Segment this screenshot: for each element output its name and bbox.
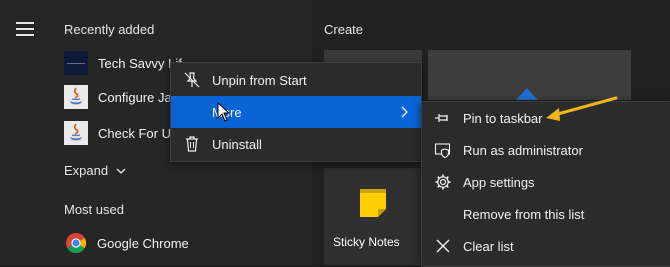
chrome-icon bbox=[65, 232, 87, 254]
menu-item-more[interactable]: More bbox=[171, 96, 421, 128]
shield-admin-icon bbox=[434, 141, 452, 159]
context-menu: Unpin from Start More Uninstall bbox=[170, 62, 422, 162]
trash-icon bbox=[183, 135, 201, 153]
annotation-arrow bbox=[546, 96, 618, 121]
tech-savvy-icon bbox=[64, 51, 88, 75]
submenu-item-label: Pin to taskbar bbox=[463, 110, 543, 126]
menu-item-unpin-from-start[interactable]: Unpin from Start bbox=[171, 64, 421, 96]
expand-label: Expand bbox=[64, 163, 109, 178]
menu-item-label: Uninstall bbox=[212, 136, 262, 152]
app-name: Google Chrome bbox=[97, 235, 189, 251]
submenu-item-label: App settings bbox=[463, 174, 535, 190]
sticky-notes-icon bbox=[360, 189, 386, 217]
submenu-item-app-settings[interactable]: App settings bbox=[422, 166, 670, 198]
menu-item-uninstall[interactable]: Uninstall bbox=[171, 128, 421, 160]
chevron-down-icon bbox=[116, 168, 126, 174]
submenu-item-label: Clear list bbox=[463, 238, 514, 254]
sticky-notes-tile[interactable]: Sticky Notes bbox=[324, 168, 422, 265]
mouse-cursor-icon bbox=[217, 102, 231, 122]
java-icon bbox=[64, 121, 88, 145]
most-used-heading: Most used bbox=[64, 202, 124, 217]
close-icon bbox=[434, 237, 452, 255]
menu-item-label: Unpin from Start bbox=[212, 72, 307, 88]
app-list-item[interactable]: Google Chrome bbox=[56, 227, 312, 259]
app-name: Configure Jav bbox=[98, 89, 179, 105]
pin-icon bbox=[434, 109, 452, 127]
expand-button[interactable]: Expand bbox=[64, 163, 126, 178]
gear-icon bbox=[434, 173, 452, 191]
chevron-right-icon bbox=[401, 106, 408, 118]
submenu-item-clear-list[interactable]: Clear list bbox=[422, 230, 670, 262]
java-icon bbox=[64, 85, 88, 109]
tile-graphic bbox=[516, 86, 538, 100]
more-submenu: Pin to taskbar Run as administrator App … bbox=[421, 101, 670, 267]
submenu-item-run-as-administrator[interactable]: Run as administrator bbox=[422, 134, 670, 166]
hamburger-menu-icon[interactable] bbox=[16, 22, 34, 36]
unpin-icon bbox=[183, 71, 201, 89]
tile-group-label: Create bbox=[324, 22, 364, 37]
submenu-item-label: Run as administrator bbox=[463, 142, 583, 158]
sticky-notes-label: Sticky Notes bbox=[333, 235, 400, 249]
recently-added-heading: Recently added bbox=[64, 22, 155, 37]
submenu-item-label: Remove from this list bbox=[463, 206, 585, 222]
submenu-item-remove-from-list[interactable]: Remove from this list bbox=[422, 198, 670, 230]
